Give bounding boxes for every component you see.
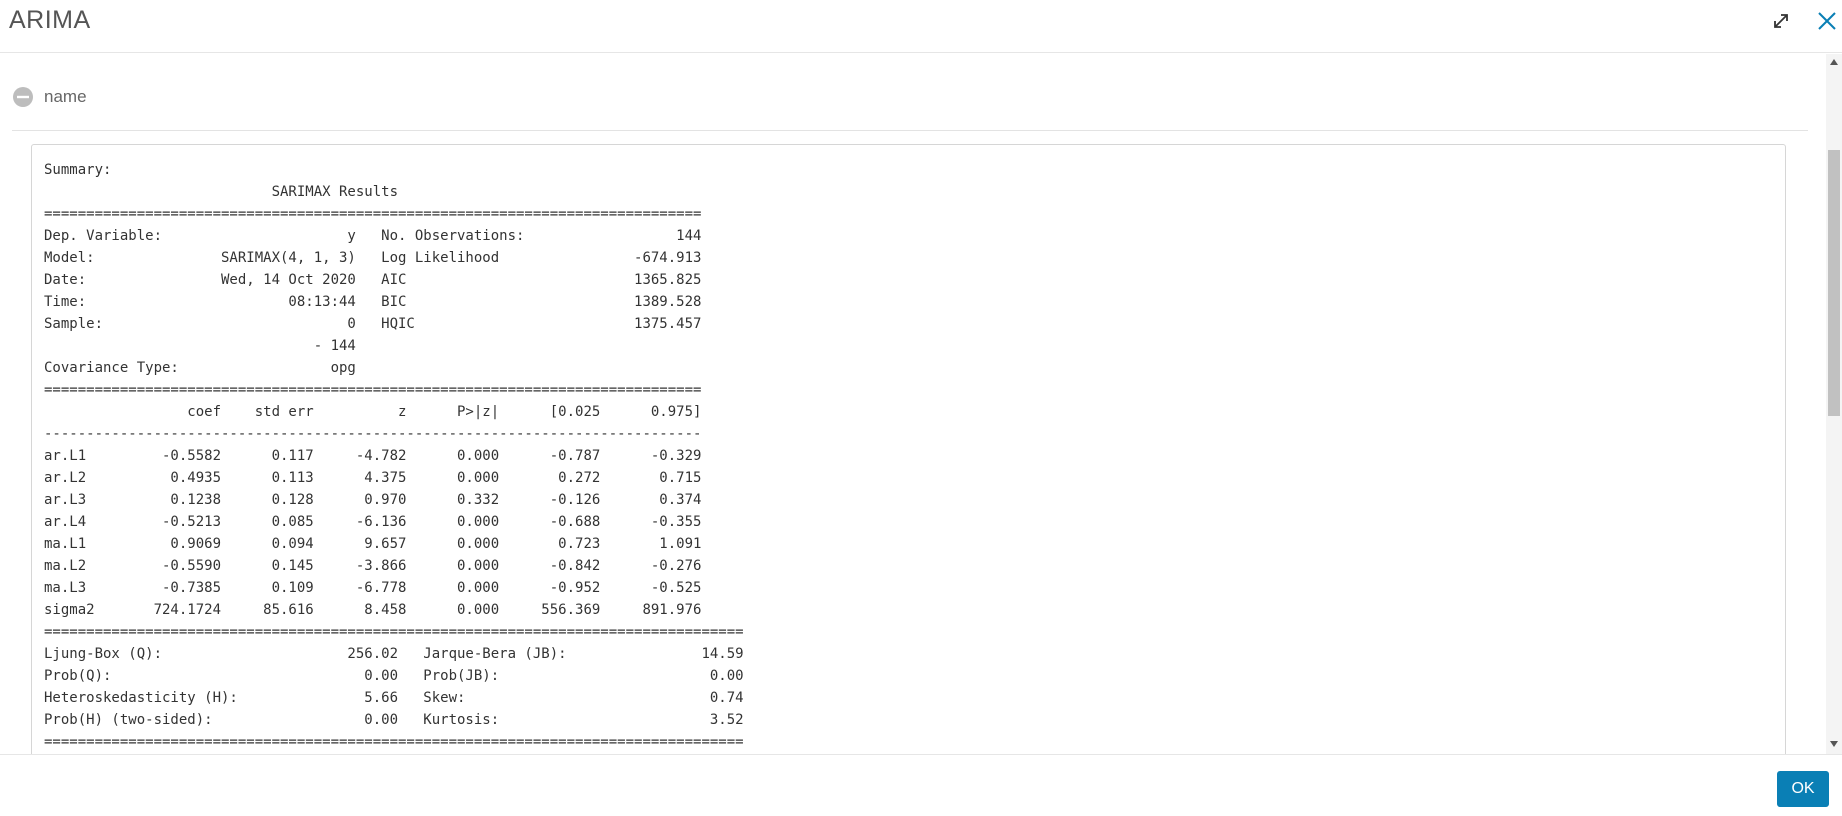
vertical-scrollbar[interactable] xyxy=(1826,54,1842,754)
summary-line: Heteroskedasticity (H): 5.66 Skew: 0.74 xyxy=(44,690,744,706)
summary-line: ar.L4 -0.5213 0.085 -6.136 0.000 -0.688 … xyxy=(44,514,702,530)
dialog-header: ARIMA xyxy=(0,0,1842,53)
section-divider xyxy=(12,130,1808,131)
summary-line: ma.L3 -0.7385 0.109 -6.778 0.000 -0.952 … xyxy=(44,580,702,596)
summary-line: Model: SARIMAX(4, 1, 3) Log Likelihood -… xyxy=(44,250,702,266)
summary-line: Summary: xyxy=(44,162,112,178)
dialog-content: name Summary: SARIMAX Results ==========… xyxy=(0,54,1826,754)
section-header[interactable]: name xyxy=(12,84,87,110)
summary-line: Prob(Q): 0.00 Prob(JB): 0.00 xyxy=(44,668,744,684)
summary-line: - 144 xyxy=(313,338,356,354)
summary-line: Prob(H) (two-sided): 0.00 Kurtosis: 3.52 xyxy=(44,712,744,728)
summary-line: SARIMAX Results xyxy=(271,184,399,200)
summary-line: Ljung-Box (Q): 256.02 Jarque-Bera (JB): … xyxy=(44,646,744,662)
summary-line: ar.L1 -0.5582 0.117 -4.782 0.000 -0.787 … xyxy=(44,448,702,464)
summary-line: Dep. Variable: y No. Observations: 144 xyxy=(44,228,702,244)
summary-line: Date: Wed, 14 Oct 2020 AIC 1365.825 xyxy=(44,272,702,288)
expand-icon[interactable] xyxy=(1766,6,1796,36)
summary-line: ma.L1 0.9069 0.094 9.657 0.000 0.723 1.0… xyxy=(44,536,702,552)
summary-line: Time: 08:13:44 BIC 1389.528 xyxy=(44,294,702,310)
ok-button[interactable]: OK xyxy=(1777,771,1829,807)
summary-text: Summary: SARIMAX Results ===============… xyxy=(44,159,744,753)
summary-line: ar.L3 0.1238 0.128 0.970 0.332 -0.126 0.… xyxy=(44,492,702,508)
scroll-thumb[interactable] xyxy=(1828,150,1840,416)
summary-line: ----------------------------------------… xyxy=(44,426,702,442)
summary-line: ar.L2 0.4935 0.113 4.375 0.000 0.272 0.7… xyxy=(44,470,702,486)
scroll-down-icon[interactable] xyxy=(1826,738,1842,750)
summary-line: sigma2 724.1724 85.616 8.458 0.000 556.3… xyxy=(44,602,702,618)
minus-circle-icon[interactable] xyxy=(12,86,34,108)
summary-line: coef std err z P>|z| [0.025 0.975] xyxy=(187,404,702,420)
summary-line: Covariance Type: opg xyxy=(44,360,356,376)
summary-output-box: Summary: SARIMAX Results ===============… xyxy=(31,144,1786,754)
dialog-title: ARIMA xyxy=(9,6,91,34)
summary-line: ========================================… xyxy=(44,206,702,222)
section-label: name xyxy=(44,87,87,106)
close-icon[interactable] xyxy=(1812,6,1842,36)
dialog-footer: OK xyxy=(0,754,1842,816)
summary-line: ========================================… xyxy=(44,734,744,750)
summary-line: ========================================… xyxy=(44,382,702,398)
scroll-up-icon[interactable] xyxy=(1826,56,1842,68)
summary-line: ma.L2 -0.5590 0.145 -3.866 0.000 -0.842 … xyxy=(44,558,702,574)
summary-line: ========================================… xyxy=(44,624,744,640)
summary-line: Sample: 0 HQIC 1375.457 xyxy=(44,316,702,332)
